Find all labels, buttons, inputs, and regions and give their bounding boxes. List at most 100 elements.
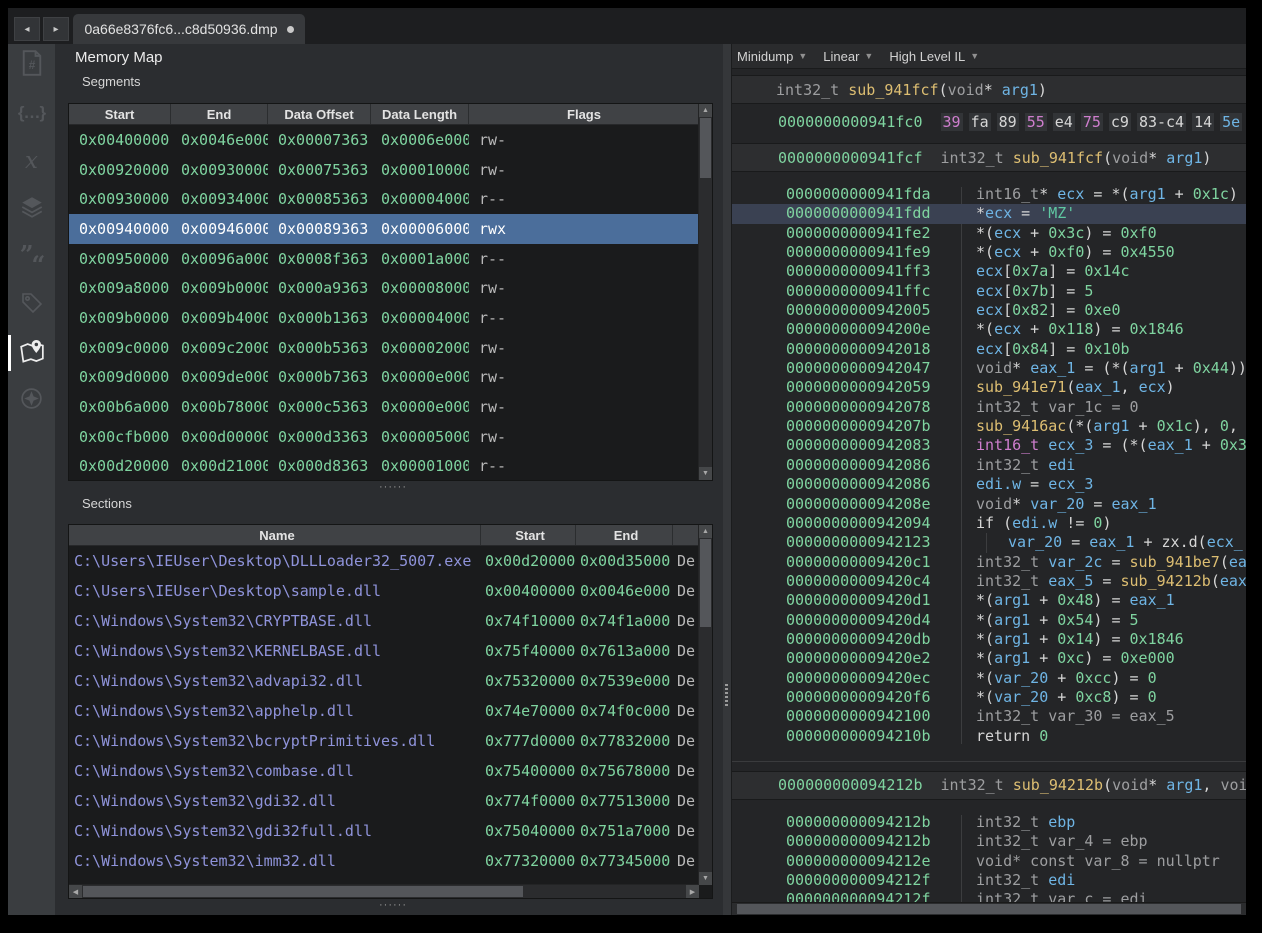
sections-vertical-scrollbar[interactable]: ▲ ▼ (698, 525, 712, 885)
sidebar-item-strings[interactable]: “” (8, 236, 55, 278)
function-header-line[interactable]: 000000000094212bint32_t sub_94212b(void*… (732, 771, 1246, 800)
code-line[interactable]: 000000000094212evoid* const var_8 = null… (732, 852, 1246, 871)
code-line[interactable]: 0000000000942086edi.w = ecx_3 (732, 475, 1246, 494)
section-row[interactable]: C:\Windows\System32\bcryptPrimitives.dll… (69, 726, 699, 756)
scrollbar-thumb[interactable] (700, 539, 711, 627)
code-line[interactable]: 0000000000942018ecx[0x84] = 0x10b (732, 340, 1246, 359)
section-row[interactable]: C:\Windows\System32\gdi32full.dll0x75040… (69, 816, 699, 846)
segment-row[interactable]: 0x009c00000x009c20000x000b53630x00002000… (69, 333, 699, 363)
segment-row[interactable]: 0x009300000x009340000x000853630x00004000… (69, 184, 699, 214)
section-row[interactable]: C:\Windows\System32\imm32.dll0x773200000… (69, 846, 699, 876)
scrollbar-thumb[interactable] (83, 886, 523, 897)
code-line[interactable]: 00000000009420d4*(arg1 + 0x54) = 5 (732, 611, 1246, 630)
code-line[interactable]: 0000000000942083int16_t ecx_3 = (*(eax_1… (732, 436, 1246, 455)
segment-row[interactable]: 0x009200000x009300000x000753630x00010000… (69, 155, 699, 185)
hex-bytes-line[interactable]: 0000000000941fc039fa8955e475c983-c4145e5… (732, 107, 1246, 137)
code-line[interactable]: 00000000009420db*(arg1 + 0x14) = 0x1846 (732, 630, 1246, 649)
scrollbar-thumb[interactable] (737, 904, 1241, 914)
sidebar-item-variables[interactable]: x (8, 140, 55, 182)
column-header[interactable]: End (171, 104, 268, 124)
column-header[interactable]: Name (69, 525, 481, 545)
code-line[interactable]: 0000000000941fdd*ecx = 'MZ' (732, 204, 1246, 223)
code-line[interactable]: 000000000094212fint32_t edi (732, 871, 1246, 890)
horizontal-splitter[interactable]: ······ (379, 484, 407, 490)
sidebar-item-types[interactable]: # (8, 44, 55, 86)
section-row[interactable]: C:\Users\IEUser\Desktop\DLLLoader32_5007… (69, 546, 699, 576)
column-header[interactable]: Data Length (371, 104, 469, 124)
layout-dropdown[interactable]: Linear▼ (823, 49, 873, 64)
scroll-down-icon[interactable]: ▼ (699, 467, 712, 480)
code-line[interactable]: 0000000000941ff3ecx[0x7a] = 0x14c (732, 262, 1246, 281)
code-line[interactable]: 000000000094212bint32_t ebp (732, 813, 1246, 832)
code-line[interactable]: 0000000000942123var_20 = eax_1 + zx.d(ec… (732, 533, 1246, 552)
sidebar-item-compass[interactable] (8, 380, 55, 422)
code-line[interactable]: 00000000009420c1int32_t var_2c = sub_941… (732, 553, 1246, 572)
section-row[interactable]: C:\Windows\System32\apphelp.dll0x74e7000… (69, 696, 699, 726)
segment-row[interactable]: 0x009d00000x009de0000x000b73630x0000e000… (69, 363, 699, 393)
code-line[interactable]: 00000000009420ec*(var_20 + 0xcc) = 0 (732, 669, 1246, 688)
column-header[interactable]: Data Offset (268, 104, 371, 124)
section-row[interactable]: C:\Windows\System32\KERNELBASE.dll0x75f4… (69, 636, 699, 666)
code-line[interactable]: 000000000094212bint32_t var_4 = ebp (732, 832, 1246, 851)
function-signature-band[interactable]: int32_t sub_941fcf(void* arg1) (732, 75, 1246, 104)
code-line[interactable]: 0000000000942078int32_t var_1c = 0 (732, 398, 1246, 417)
section-row[interactable]: C:\Windows\System32\gdi32.dll0x774f00000… (69, 786, 699, 816)
code-line[interactable]: 0000000000942086int32_t edi (732, 456, 1246, 475)
segment-row[interactable]: 0x009500000x0096a0000x0008f3630x0001a000… (69, 244, 699, 274)
sections-horizontal-scrollbar[interactable]: ◀ ▶ (69, 884, 699, 898)
code-line[interactable]: 00000000009420e2*(arg1 + 0xc) = 0xe000 (732, 649, 1246, 668)
code-horizontal-scrollbar[interactable] (732, 902, 1246, 915)
column-header[interactable]: Start (69, 104, 171, 124)
segments-vertical-scrollbar[interactable]: ▲ ▼ (698, 104, 712, 480)
code-line[interactable]: 0000000000942100int32_t var_30 = eax_5 (732, 707, 1246, 726)
scroll-up-icon[interactable]: ▲ (699, 525, 712, 538)
scroll-down-icon[interactable]: ▼ (699, 872, 712, 885)
code-line[interactable]: 000000000094208evoid* var_20 = eax_1 (732, 495, 1246, 514)
column-header[interactable]: Flags (469, 104, 699, 124)
segment-row[interactable]: 0x009a80000x009b00000x000a93630x00008000… (69, 273, 699, 303)
code-line[interactable]: 0000000000942094if (edi.w != 0) (732, 514, 1246, 533)
code-line[interactable]: 0000000000941fdaint16_t* ecx = *(arg1 + … (732, 185, 1246, 204)
segment-row[interactable]: 0x009b00000x009b40000x000b13630x00004000… (69, 303, 699, 333)
section-row[interactable]: C:\Windows\System32\combase.dll0x7540000… (69, 756, 699, 786)
code-line[interactable]: 00000000009420f6*(var_20 + 0xc8) = 0 (732, 688, 1246, 707)
sidebar-item-functions[interactable]: {…} (8, 92, 55, 134)
horizontal-splitter[interactable]: ······ (379, 902, 407, 908)
code-line[interactable]: 00000000009420d1*(arg1 + 0x48) = eax_1 (732, 591, 1246, 610)
column-header[interactable]: Start (481, 525, 576, 545)
segment-row[interactable]: 0x00cfb0000x00d000000x000d33630x00005000… (69, 422, 699, 452)
column-header[interactable]: End (576, 525, 673, 545)
column-header[interactable] (673, 525, 699, 545)
view-type-dropdown[interactable]: Minidump▼ (737, 49, 807, 64)
section-row[interactable]: C:\Windows\System32\advapi32.dll0x753200… (69, 666, 699, 696)
code-line[interactable]: 0000000000942047void* eax_1 = (*(arg1 + … (732, 359, 1246, 378)
code-line[interactable]: 00000000009420c4int32_t eax_5 = sub_9421… (732, 572, 1246, 591)
code-line[interactable]: 000000000094210breturn 0 (732, 727, 1246, 746)
vertical-splitter[interactable] (723, 44, 731, 915)
section-row[interactable]: C:\Windows\System32\CRYPTBASE.dll0x74f10… (69, 606, 699, 636)
segment-row[interactable]: 0x009400000x009460000x000893630x00006000… (69, 214, 699, 244)
code-line[interactable]: 0000000000941fe9*(ecx + 0xf0) = 0x4550 (732, 243, 1246, 262)
code-line[interactable]: 0000000000942005ecx[0x82] = 0xe0 (732, 301, 1246, 320)
scrollbar-thumb[interactable] (700, 118, 711, 178)
section-row[interactable]: C:\Users\IEUser\Desktop\sample.dll0x0040… (69, 576, 699, 606)
code-line[interactable]: 000000000094207bsub_9416ac(*(arg1 + 0x1c… (732, 417, 1246, 436)
segment-row[interactable]: 0x00b6a0000x00b780000x000c53630x0000e000… (69, 392, 699, 422)
sidebar-item-memory-map[interactable] (8, 332, 55, 374)
scroll-up-icon[interactable]: ▲ (699, 104, 712, 117)
code-line[interactable]: 000000000094200e*(ecx + 0x118) = 0x1846 (732, 320, 1246, 339)
scroll-left-icon[interactable]: ◀ (69, 885, 82, 898)
scroll-right-icon[interactable]: ▶ (686, 885, 699, 898)
sidebar-item-stack[interactable] (8, 188, 55, 230)
il-level-dropdown[interactable]: High Level IL▼ (889, 49, 979, 64)
sidebar-item-tags[interactable] (8, 284, 55, 326)
segment-row[interactable]: 0x00d200000x00d210000x000d83630x00001000… (69, 452, 699, 480)
function-header-line[interactable]: 0000000000941fcfint32_t sub_941fcf(void*… (732, 143, 1246, 172)
forward-button[interactable]: ▸ (43, 17, 69, 41)
code-line[interactable]: 0000000000941ffcecx[0x7b] = 5 (732, 282, 1246, 301)
file-tab[interactable]: 0a66e8376fc6...c8d50936.dmp (73, 14, 305, 44)
code-line[interactable]: 0000000000941fe2*(ecx + 0x3c) = 0xf0 (732, 224, 1246, 243)
code-line[interactable]: 0000000000942059sub_941e71(eax_1, ecx) (732, 378, 1246, 397)
segment-row[interactable]: 0x004000000x0046e0000x000073630x0006e000… (69, 125, 699, 155)
back-button[interactable]: ◂ (14, 17, 40, 41)
